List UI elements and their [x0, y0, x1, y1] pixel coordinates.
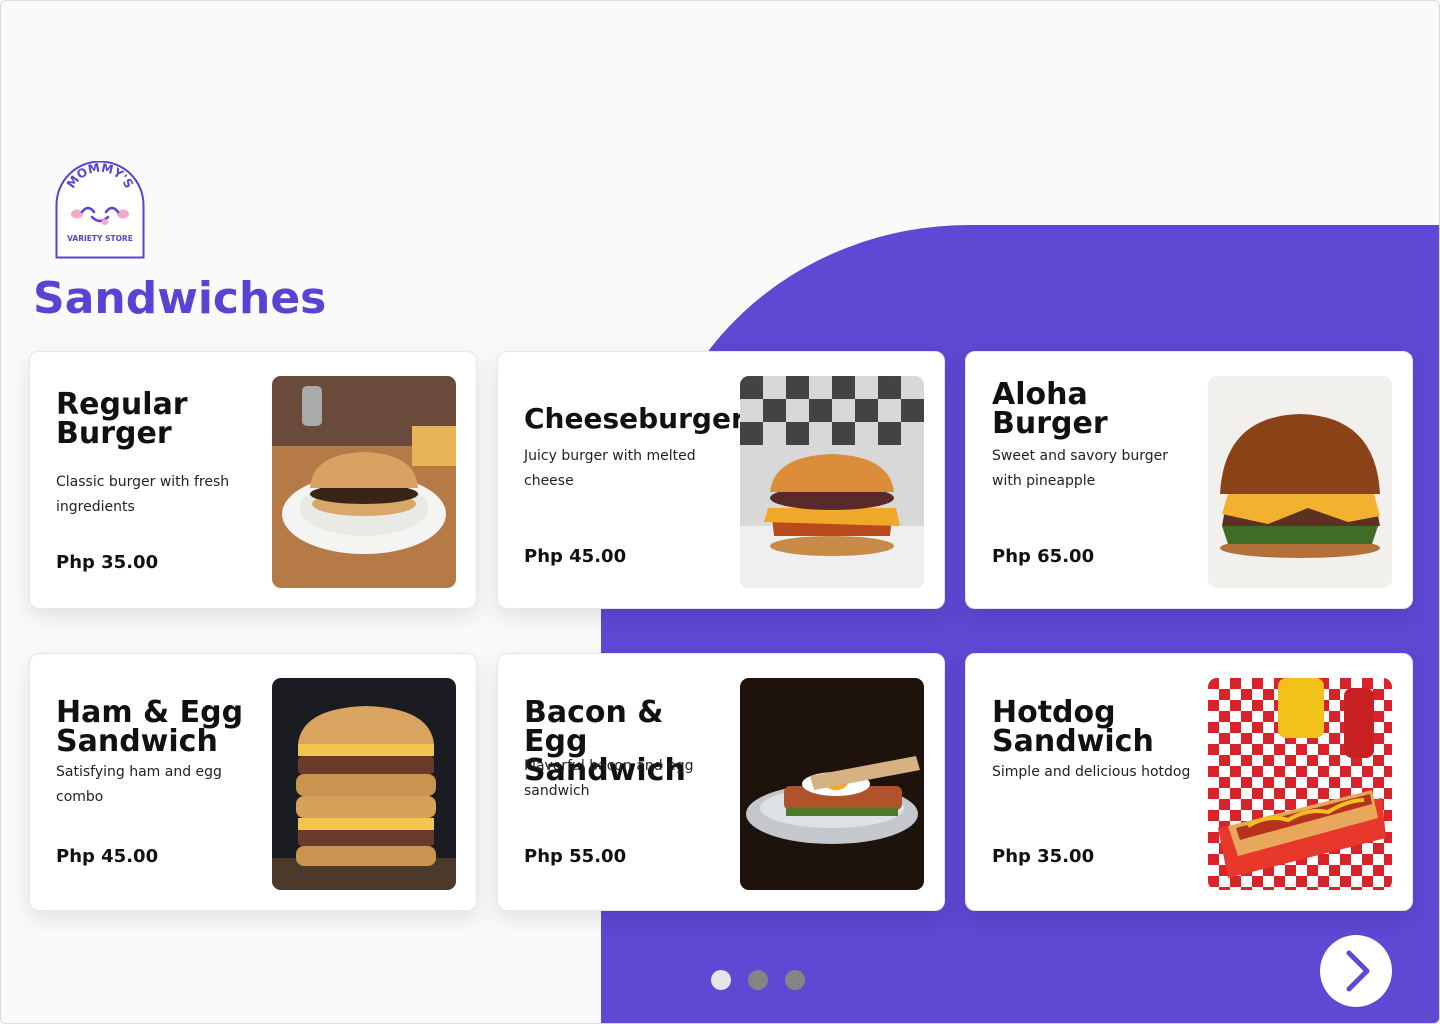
page-dot-1[interactable] [711, 970, 731, 990]
bacon-egg-sandwich-photo [740, 678, 924, 890]
item-price: Php 65.00 [992, 546, 1095, 567]
item-description: Classic burger with fresh ingredients [56, 474, 230, 515]
item-name: Regular Burger [56, 387, 188, 451]
item-description: Flavorful bacon and egg sandwich [524, 758, 694, 799]
page-title: Sandwiches [33, 273, 327, 324]
item-name: Aloha Burger [992, 377, 1108, 441]
item-price: Php 45.00 [524, 546, 627, 567]
item-description: Satisfying ham and egg combo [56, 764, 222, 805]
menu-card-hotdog-sandwich[interactable]: Hotdog Sandwich Simple and delicious hot… [965, 653, 1413, 911]
next-page-button[interactable] [1320, 935, 1392, 1007]
menu-card-ham-egg-sandwich[interactable]: Ham & Egg Sandwich Satisfying ham and eg… [29, 653, 477, 911]
item-description: Sweet and savory burger with pineapple [992, 448, 1169, 489]
ham-egg-sandwich-photo [272, 678, 456, 890]
logo-line2: VARIETY STORE [67, 234, 133, 243]
menu-card-regular-burger[interactable]: Regular Burger Classic burger with fresh… [29, 351, 477, 609]
item-price: Php 35.00 [56, 552, 159, 573]
cheeseburger-photo [740, 376, 924, 588]
item-description: Simple and delicious hotdog [992, 764, 1191, 780]
item-price: Php 45.00 [56, 846, 159, 867]
item-description: Juicy burger with melted cheese [524, 448, 696, 489]
hotdog-sandwich-photo [1208, 678, 1392, 890]
chevron-right-icon [1346, 950, 1370, 992]
page-dot-2[interactable] [748, 970, 768, 990]
page-dot-3[interactable] [785, 970, 805, 990]
pagination-dots [711, 970, 805, 990]
menu-card-bacon-egg-sandwich[interactable]: Bacon & Egg Sandwich Flavorful bacon and… [497, 653, 945, 911]
store-logo[interactable]: MOMMY'S VARIETY STORE [55, 160, 145, 259]
item-name: Cheeseburger [524, 402, 745, 435]
item-name: Ham & Egg Sandwich [56, 695, 244, 759]
item-price: Php 55.00 [524, 846, 627, 867]
item-name: Hotdog Sandwich [992, 695, 1154, 759]
item-price: Php 35.00 [992, 846, 1095, 867]
page-frame: MOMMY'S VARIETY STORE Sandwiches Regular… [0, 0, 1440, 1024]
regular-burger-photo [272, 376, 456, 588]
menu-card-aloha-burger[interactable]: Aloha Burger Sweet and savory burger wit… [965, 351, 1413, 609]
menu-card-cheeseburger[interactable]: Cheeseburger Juicy burger with melted ch… [497, 351, 945, 609]
aloha-burger-photo [1208, 376, 1392, 588]
